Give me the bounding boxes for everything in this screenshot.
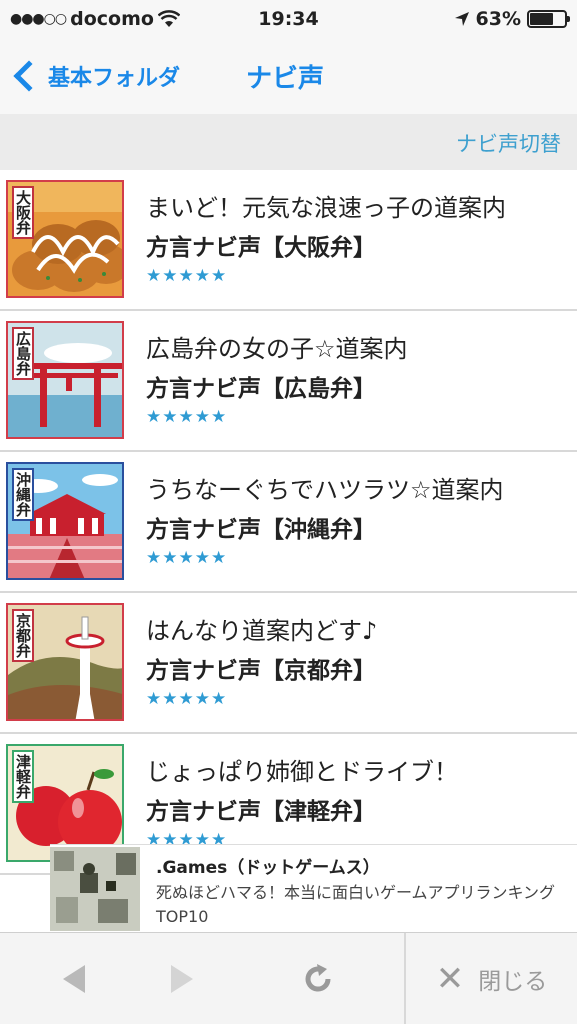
dialect-tag: 広島弁 — [12, 327, 34, 380]
arrow-left-icon — [63, 965, 85, 993]
kyoto-thumbnail: 京都弁 — [6, 603, 124, 721]
ad-text: 死ぬほどハマる！本当に面白いゲームアプリランキングTOP10 — [156, 883, 556, 926]
status-right: 63% — [454, 8, 570, 30]
bottom-toolbar: ✕ 閉じる — [0, 932, 577, 1024]
chevron-left-icon — [13, 60, 45, 92]
list-item[interactable]: 大阪弁 まいど！元気な浪速っ子の道案内 方言ナビ声【大阪弁】 ★★★★★ — [0, 170, 577, 311]
item-title: 広島弁の女の子☆道案内 — [146, 335, 408, 363]
arrow-right-icon — [171, 965, 193, 993]
voice-list: 大阪弁 まいど！元気な浪速っ子の道案内 方言ナビ声【大阪弁】 ★★★★★ 広島弁… — [0, 170, 577, 875]
ad-title: .Games（ドットゲームス） — [156, 858, 380, 878]
battery-fill — [530, 13, 553, 25]
item-title: じょっぱり姉御とドライブ！ — [146, 758, 458, 786]
list-item[interactable]: 京都弁 はんなり道案内どす♪ 方言ナビ声【京都弁】 ★★★★★ — [0, 593, 577, 734]
item-subtitle: 方言ナビ声【大阪弁】 — [146, 235, 376, 261]
item-subtitle: 方言ナビ声【京都弁】 — [146, 658, 376, 684]
back-label: 基本フォルダ — [48, 66, 181, 91]
reload-button[interactable] — [278, 933, 358, 1024]
close-icon: ✕ — [435, 959, 465, 999]
page-title: ナビ声 — [246, 64, 325, 94]
item-title: はんなり道案内どす♪ — [146, 617, 378, 645]
battery-percent: 63% — [475, 8, 521, 30]
ad-banner[interactable]: .Games（ドットゲームス） 死ぬほどハマる！本当に面白いゲームアプリランキン… — [50, 844, 577, 932]
okinawa-thumbnail: 沖縄弁 — [6, 462, 124, 580]
switch-voice-link[interactable]: ナビ声切替 — [456, 128, 561, 158]
item-subtitle: 方言ナビ声【津軽弁】 — [146, 799, 376, 825]
location-arrow-icon — [454, 12, 469, 26]
item-subtitle: 方言ナビ声【広島弁】 — [146, 376, 376, 402]
toolbar: ナビ声切替 — [0, 114, 577, 170]
ad-image — [50, 847, 140, 931]
star-rating-icon: ★★★★★ — [146, 266, 228, 286]
back-nav-button[interactable] — [34, 933, 114, 1024]
forward-nav-button[interactable] — [142, 933, 222, 1024]
star-rating-icon: ★★★★★ — [146, 548, 228, 568]
dialect-tag: 沖縄弁 — [12, 468, 34, 521]
close-label: 閉じる — [478, 969, 548, 995]
star-rating-icon: ★★★★★ — [146, 689, 228, 709]
reload-icon — [305, 964, 331, 992]
list-item[interactable]: 広島弁 広島弁の女の子☆道案内 方言ナビ声【広島弁】 ★★★★★ — [0, 311, 577, 452]
dialect-tag: 大阪弁 — [12, 186, 34, 239]
item-title: まいど！元気な浪速っ子の道案内 — [146, 194, 506, 222]
star-rating-icon: ★★★★★ — [146, 407, 228, 427]
dialect-tag: 京都弁 — [12, 609, 34, 662]
osaka-thumbnail: 大阪弁 — [6, 180, 124, 298]
navigation-bar: 基本フォルダ ナビ声 — [0, 40, 577, 114]
battery-icon — [527, 10, 570, 28]
item-subtitle: 方言ナビ声【沖縄弁】 — [146, 517, 376, 543]
hiroshima-thumbnail: 広島弁 — [6, 321, 124, 439]
status-bar: ●●●○○ docomo 19:34 63% — [0, 0, 577, 40]
close-button[interactable]: ✕ 閉じる — [406, 933, 577, 1024]
back-button[interactable]: 基本フォルダ — [10, 54, 180, 98]
item-title: うちなーぐちでハツラツ☆道案内 — [146, 476, 504, 504]
list-item[interactable]: 沖縄弁 うちなーぐちでハツラツ☆道案内 方言ナビ声【沖縄弁】 ★★★★★ — [0, 452, 577, 593]
dialect-tag: 津軽弁 — [12, 750, 34, 803]
